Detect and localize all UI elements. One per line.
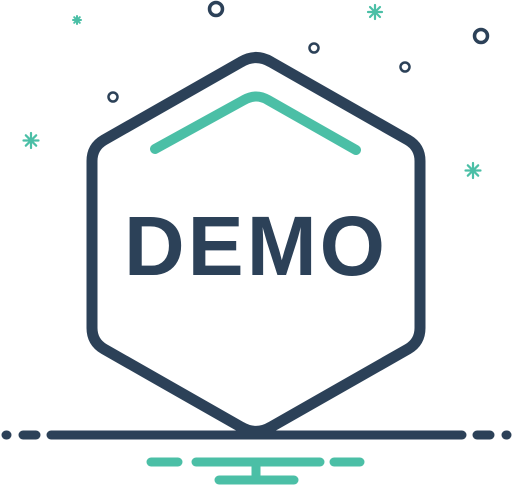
- chevron-highlight: [150, 91, 361, 155]
- sparkle-icon: [366, 3, 384, 21]
- demo-label: DEMO: [124, 199, 388, 293]
- sparkle-icon: [22, 131, 40, 150]
- dot-circle-icon: [472, 27, 490, 45]
- base-stand: [146, 457, 365, 485]
- dot-circle-icon: [107, 91, 119, 103]
- sparkle-icon: [464, 161, 482, 180]
- dot-circle-icon: [308, 42, 320, 54]
- dot-circle-icon: [399, 61, 411, 73]
- sparkle-icon: [72, 15, 82, 25]
- dot-circle-icon: [207, 0, 225, 18]
